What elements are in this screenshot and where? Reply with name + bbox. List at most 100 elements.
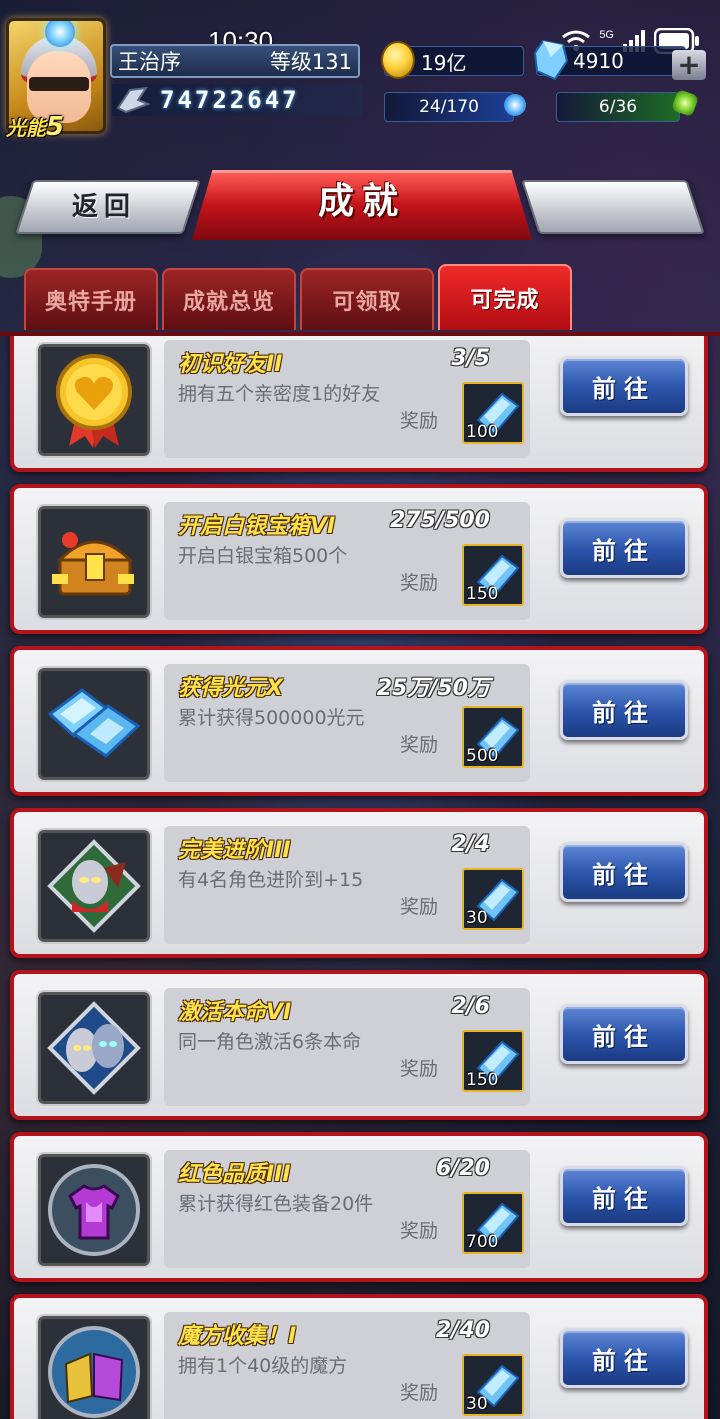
heart-medal-icon xyxy=(36,342,152,458)
hero-upgrade-icon xyxy=(36,828,152,944)
reward-quantity: 150 xyxy=(466,1070,499,1090)
achievement-progress: 25万/50万 xyxy=(376,676,490,701)
gold-value: 19亿 xyxy=(421,50,467,75)
tab-completable[interactable]: 可完成 xyxy=(438,264,572,330)
achievement-info: 魔方收集！I 2/40 拥有1个40级的魔方 奖励 30 xyxy=(164,1312,530,1419)
achievement-title: 魔方收集！I xyxy=(178,1324,297,1349)
achievement-info: 初识好友II 3/5 拥有五个亲密度1的好友 奖励 100 xyxy=(164,340,530,458)
reward-label: 奖励 xyxy=(400,734,439,756)
energy-orb-icon xyxy=(504,94,526,116)
player-name-bar: 王治序 等级131 xyxy=(110,44,360,78)
game-screen: 10:30 5G 光能5 王治序 等级131 74722647 19亿 4910… xyxy=(0,0,720,1419)
achievement-list[interactable]: 初识好友II 3/5 拥有五个亲密度1的好友 奖励 100 前往 开启白银宝箱V… xyxy=(0,336,720,1419)
achievement-info: 完美进阶III 2/4 有4名角色进阶到+15 奖励 30 xyxy=(164,826,530,944)
reward-label: 奖励 xyxy=(400,572,439,594)
reward-label: 奖励 xyxy=(400,1382,439,1404)
network-label: 5G xyxy=(599,29,614,41)
achievement-description: 有4名角色进阶到+15 xyxy=(178,869,364,891)
achievement-title: 获得光元X xyxy=(178,676,283,701)
avatar-gem-icon xyxy=(45,21,75,47)
reward-label: 奖励 xyxy=(400,410,439,432)
reward-quantity: 500 xyxy=(466,746,499,766)
header-right-plate xyxy=(521,180,705,234)
go-button[interactable]: 前往 xyxy=(560,842,688,902)
reward-quantity: 100 xyxy=(466,422,499,442)
achievement-info: 红色品质III 6/20 累计获得红色装备20件 奖励 700 xyxy=(164,1150,530,1268)
go-button[interactable]: 前往 xyxy=(560,518,688,578)
tab-achievement-overview[interactable]: 成就总览 xyxy=(162,268,296,330)
page-title: 成就 xyxy=(317,181,406,222)
go-button[interactable]: 前往 xyxy=(560,1166,688,1226)
achievement-info: 开启白银宝箱VI 275/500 开启白银宝箱500个 奖励 150 xyxy=(164,502,530,620)
armor-icon xyxy=(36,1152,152,1268)
achievement-title: 初识好友II xyxy=(178,352,283,377)
achievement-title: 激活本命VI xyxy=(178,1000,292,1025)
diamond-display: 4910 xyxy=(533,39,686,81)
hero-pair-icon xyxy=(36,990,152,1106)
go-button[interactable]: 前往 xyxy=(560,680,688,740)
stamina-value: 6/36 xyxy=(598,97,638,117)
go-button[interactable]: 前往 xyxy=(560,356,688,416)
reward-quantity: 30 xyxy=(466,1394,488,1414)
light-level: 5 xyxy=(46,112,65,142)
tab-bar: 奥特手册 成就总览 可领取 可完成 xyxy=(24,264,572,330)
diamond-icon xyxy=(533,39,569,81)
reward-item[interactable]: 30 xyxy=(462,1354,524,1416)
achievement-description: 累计获得500000光元 xyxy=(178,707,365,729)
player-level: 等级131 xyxy=(269,50,352,74)
reward-label: 奖励 xyxy=(400,1058,439,1080)
stamina-display: 6/36 xyxy=(556,92,680,122)
reward-label: 奖励 xyxy=(400,896,439,918)
energy-value: 24/170 xyxy=(419,97,479,117)
tab-claimable[interactable]: 可领取 xyxy=(300,268,434,330)
add-diamond-button[interactable]: + xyxy=(672,50,706,80)
achievement-card: 获得光元X 25万/50万 累计获得500000光元 奖励 500 前往 xyxy=(10,646,708,796)
achievement-progress: 6/20 xyxy=(436,1156,490,1181)
light-level-badge: 光能5 xyxy=(6,112,64,142)
achievement-title: 红色品质III xyxy=(178,1162,291,1187)
energy-display: 24/170 xyxy=(384,92,514,122)
achievement-progress: 2/40 xyxy=(436,1318,490,1343)
achievement-card: 魔方收集！I 2/40 拥有1个40级的魔方 奖励 30 前往 xyxy=(10,1294,708,1419)
reward-label: 奖励 xyxy=(400,1220,439,1242)
achievement-progress: 275/500 xyxy=(390,508,490,533)
gold-coin-icon xyxy=(381,41,415,79)
reward-quantity: 30 xyxy=(466,908,488,928)
achievement-card: 开启白银宝箱VI 275/500 开启白银宝箱500个 奖励 150 前往 xyxy=(10,484,708,634)
achievement-progress: 2/4 xyxy=(451,832,490,857)
back-label[interactable]: 返回 xyxy=(72,186,136,223)
achievement-description: 同一角色激活6条本命 xyxy=(178,1031,362,1053)
power-icon xyxy=(116,86,150,114)
go-button[interactable]: 前往 xyxy=(560,1328,688,1388)
achievement-info: 获得光元X 25万/50万 累计获得500000光元 奖励 500 xyxy=(164,664,530,782)
gold-display: 19亿 xyxy=(381,41,524,79)
achievement-title: 开启白银宝箱VI xyxy=(178,514,336,539)
achievement-progress: 3/5 xyxy=(451,346,490,371)
achievement-card: 红色品质III 6/20 累计获得红色装备20件 奖励 700 前往 xyxy=(10,1132,708,1282)
reward-quantity: 700 xyxy=(466,1232,499,1252)
achievement-card: 初识好友II 3/5 拥有五个亲密度1的好友 奖励 100 前往 xyxy=(10,336,708,472)
player-name: 王治序 xyxy=(118,50,181,74)
achievement-card: 激活本命VI 2/6 同一角色激活6条本命 奖励 150 前往 xyxy=(10,970,708,1120)
reward-item[interactable]: 150 xyxy=(462,1030,524,1092)
tab-ultra-handbook[interactable]: 奥特手册 xyxy=(24,268,158,330)
achievement-description: 拥有五个亲密度1的好友 xyxy=(178,383,381,405)
reward-item[interactable]: 700 xyxy=(462,1192,524,1254)
light-label: 光能 xyxy=(6,116,46,140)
crystal-icon xyxy=(36,666,152,782)
reward-item[interactable]: 100 xyxy=(462,382,524,444)
reward-item[interactable]: 30 xyxy=(462,868,524,930)
achievement-title: 完美进阶III xyxy=(178,838,291,863)
achievement-info: 激活本命VI 2/6 同一角色激活6条本命 奖励 150 xyxy=(164,988,530,1106)
cube-icon xyxy=(36,1314,152,1419)
achievement-description: 拥有1个40级的魔方 xyxy=(178,1355,348,1377)
power-value: 74722647 xyxy=(160,86,300,114)
reward-item[interactable]: 500 xyxy=(462,706,524,768)
diamond-value: 4910 xyxy=(573,49,624,73)
achievement-progress: 2/6 xyxy=(451,994,490,1019)
reward-quantity: 150 xyxy=(466,584,499,604)
achievement-description: 开启白银宝箱500个 xyxy=(178,545,348,567)
achievement-card: 完美进阶III 2/4 有4名角色进阶到+15 奖励 30 前往 xyxy=(10,808,708,958)
go-button[interactable]: 前往 xyxy=(560,1004,688,1064)
reward-item[interactable]: 150 xyxy=(462,544,524,606)
